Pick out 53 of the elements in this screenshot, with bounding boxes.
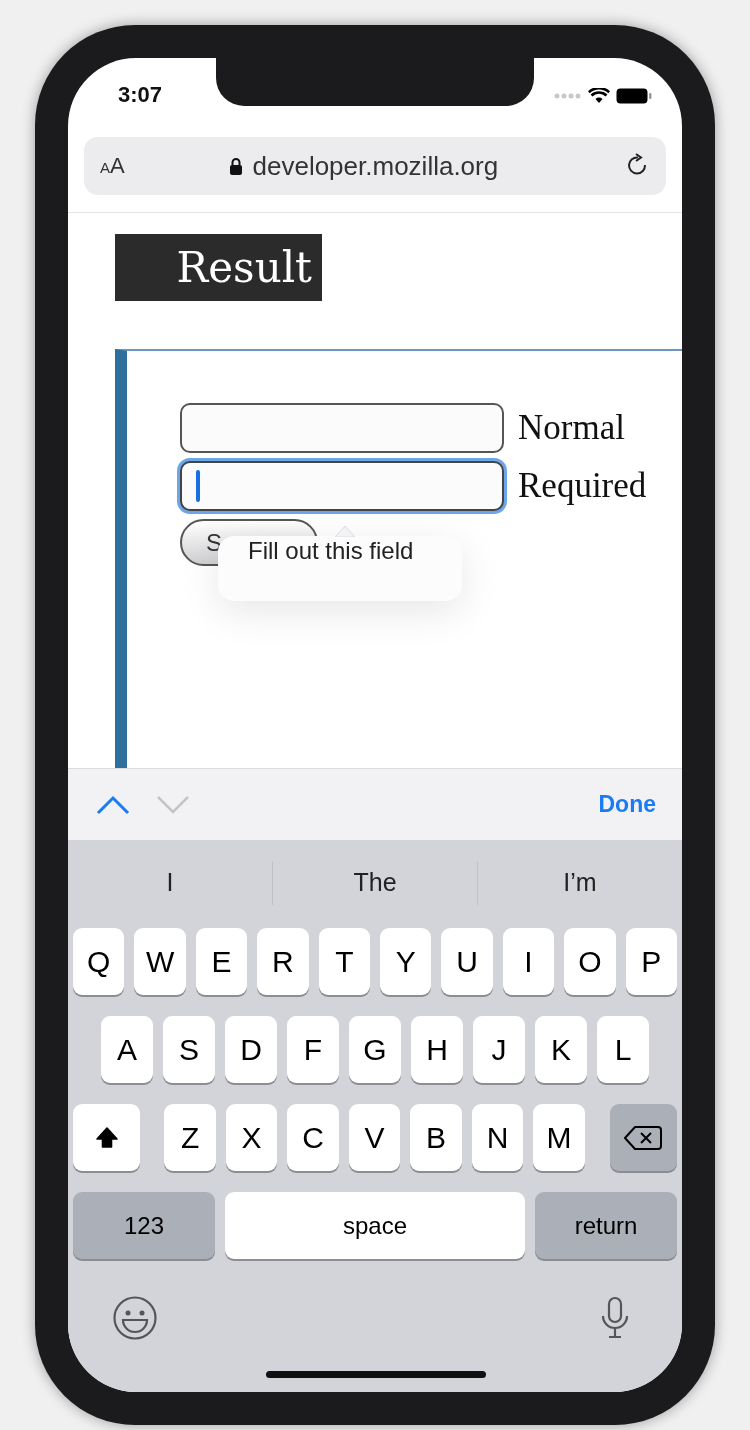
- key[interactable]: M: [533, 1104, 585, 1171]
- key[interactable]: 123: [73, 1192, 215, 1259]
- text-field[interactable]: [180, 461, 504, 511]
- space-key[interactable]: space: [225, 1192, 525, 1259]
- key[interactable]: S: [163, 1016, 215, 1083]
- done-button[interactable]: Done: [598, 787, 656, 822]
- text-cursor: [196, 470, 200, 502]
- wifi-icon: [588, 87, 610, 104]
- address-bar[interactable]: AA developer.mozilla.org: [84, 137, 666, 195]
- key[interactable]: return: [535, 1192, 677, 1259]
- key[interactable]: G: [349, 1016, 401, 1083]
- result-heading: Result: [115, 234, 322, 301]
- key[interactable]: O: [564, 928, 616, 995]
- key[interactable]: C: [287, 1104, 339, 1171]
- key[interactable]: H: [411, 1016, 463, 1083]
- key[interactable]: E: [195, 928, 248, 995]
- shift-key[interactable]: [73, 1104, 141, 1171]
- key[interactable]: X: [225, 1104, 278, 1171]
- key[interactable]: Z: [164, 1104, 216, 1171]
- suggestion[interactable]: I: [68, 860, 272, 905]
- key[interactable]: J: [473, 1016, 525, 1083]
- backspace-icon: [624, 1124, 663, 1151]
- signal-icon: [554, 92, 582, 99]
- emoji-icon[interactable]: [112, 1295, 158, 1341]
- field-label: Normal: [518, 408, 625, 448]
- key[interactable]: K: [535, 1016, 587, 1083]
- key[interactable]: T: [318, 928, 370, 995]
- key[interactable]: U: [441, 928, 493, 995]
- key[interactable]: B: [410, 1104, 462, 1171]
- key[interactable]: D: [225, 1016, 277, 1083]
- key[interactable]: Y: [380, 928, 432, 995]
- key[interactable]: R: [257, 928, 309, 995]
- key[interactable]: P: [625, 928, 678, 995]
- delete-key[interactable]: [609, 1104, 677, 1171]
- status-time: 3:07: [118, 81, 163, 108]
- arrow-up-icon: [94, 1125, 119, 1150]
- key[interactable]: A: [101, 1016, 153, 1083]
- key[interactable]: L: [597, 1016, 649, 1083]
- suggestion[interactable]: The: [273, 860, 477, 905]
- text-field[interactable]: [180, 403, 504, 453]
- key[interactable]: Q: [72, 928, 125, 995]
- chevron-up-icon[interactable]: [96, 794, 130, 815]
- key[interactable]: N: [471, 1104, 524, 1171]
- url-text: developer.mozilla.org: [252, 150, 499, 182]
- key[interactable]: W: [134, 928, 186, 995]
- field-label: Required: [518, 466, 647, 506]
- battery-icon: [616, 87, 652, 104]
- suggestion[interactable]: I’m: [478, 860, 682, 905]
- text-size-button[interactable]: AA: [100, 153, 125, 179]
- key[interactable]: F: [287, 1016, 339, 1083]
- microphone-icon[interactable]: [600, 1296, 630, 1340]
- key[interactable]: I: [502, 928, 555, 995]
- key[interactable]: V: [348, 1104, 401, 1171]
